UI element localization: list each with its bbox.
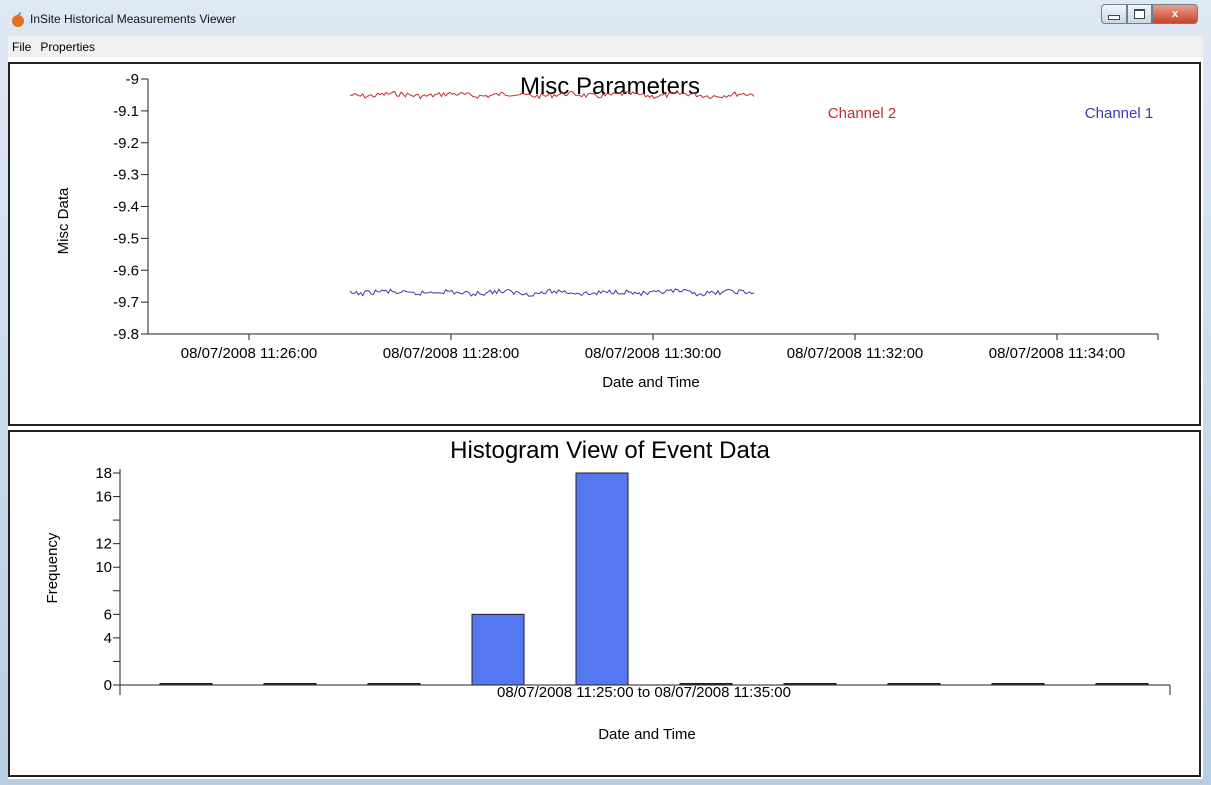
close-button[interactable]: x <box>1152 4 1198 24</box>
window-controls: x <box>1101 4 1198 24</box>
y-tick-label: 18 <box>95 465 112 482</box>
histogram-panel: Histogram View of Event Data Frequency 0… <box>8 430 1201 777</box>
x-tick-label: 08/07/2008 11:32:00 <box>787 345 924 362</box>
y-tick-label: -9.6 <box>113 262 139 279</box>
minimize-icon <box>1108 14 1120 20</box>
histogram-bar <box>575 472 629 686</box>
y-tick-label: 6 <box>104 606 112 623</box>
y-tick-label: -9.1 <box>113 103 139 120</box>
maximize-button[interactable] <box>1127 4 1152 24</box>
y-tick-label: -9 <box>126 71 139 88</box>
title-bar[interactable]: InSite Historical Measurements Viewer x <box>0 0 1211 35</box>
histogram-x-axis-label: Date and Time <box>598 726 696 743</box>
menu-properties[interactable]: Properties <box>36 40 100 54</box>
histogram-bar <box>679 683 733 686</box>
y-tick-label: 16 <box>95 489 112 506</box>
x-axis-label: Date and Time <box>602 374 700 391</box>
y-tick-label: -9.3 <box>113 167 139 184</box>
x-tick-label: 08/07/2008 11:34:00 <box>989 345 1126 362</box>
histogram-bar <box>783 683 837 686</box>
maximize-icon <box>1134 9 1145 19</box>
window-title: InSite Historical Measurements Viewer <box>30 12 236 26</box>
y-tick-label: -9.5 <box>113 230 139 247</box>
app-icon <box>12 12 24 27</box>
menu-bar: File Properties <box>8 36 1203 57</box>
y-tick-label: 0 <box>104 677 112 694</box>
histogram-bar <box>991 683 1045 686</box>
close-icon: x <box>1171 8 1179 20</box>
minimize-button[interactable] <box>1101 4 1127 24</box>
x-tick-label: 08/07/2008 11:30:00 <box>585 345 722 362</box>
histogram-bar <box>159 683 213 686</box>
histogram-title: Histogram View of Event Data <box>450 437 770 464</box>
misc-parameters-chart: Misc Parameters Misc Data Date and Time … <box>55 71 1159 391</box>
histogram-bar <box>367 683 421 686</box>
histogram-y-axis-label: Frequency <box>44 532 61 603</box>
histogram-chart: Histogram View of Event Data Frequency 0… <box>44 437 1171 743</box>
app-window: InSite Historical Measurements Viewer x … <box>0 0 1211 785</box>
histogram-bar <box>471 613 525 686</box>
misc-parameters-panel: Misc Parameters Misc Data Date and Time … <box>8 62 1201 426</box>
y-tick-label: 12 <box>95 536 112 553</box>
y-tick-label: -9.4 <box>113 199 139 216</box>
y-tick-label: 10 <box>95 559 112 576</box>
legend-channel-1: Channel 1 <box>1085 105 1153 122</box>
y-tick-label: -9.2 <box>113 135 139 152</box>
menu-file[interactable]: File <box>8 40 36 54</box>
y-tick-label: -9.7 <box>113 294 139 311</box>
y-axis-label: Misc Data <box>55 187 72 254</box>
series-line-channel-1 <box>349 288 755 297</box>
x-tick-label: 08/07/2008 11:28:00 <box>383 345 520 362</box>
y-tick-label: 4 <box>104 630 112 647</box>
histogram-bar <box>263 683 317 686</box>
y-tick-label: -9.8 <box>113 326 139 343</box>
histogram-bar <box>887 683 941 686</box>
x-tick-label: 08/07/2008 11:26:00 <box>181 345 318 362</box>
histogram-bar <box>1095 683 1149 686</box>
legend-channel-2: Channel 2 <box>828 105 896 122</box>
histogram-x-range-label: 08/07/2008 11:25:00 to 08/07/2008 11:35:… <box>497 684 791 701</box>
